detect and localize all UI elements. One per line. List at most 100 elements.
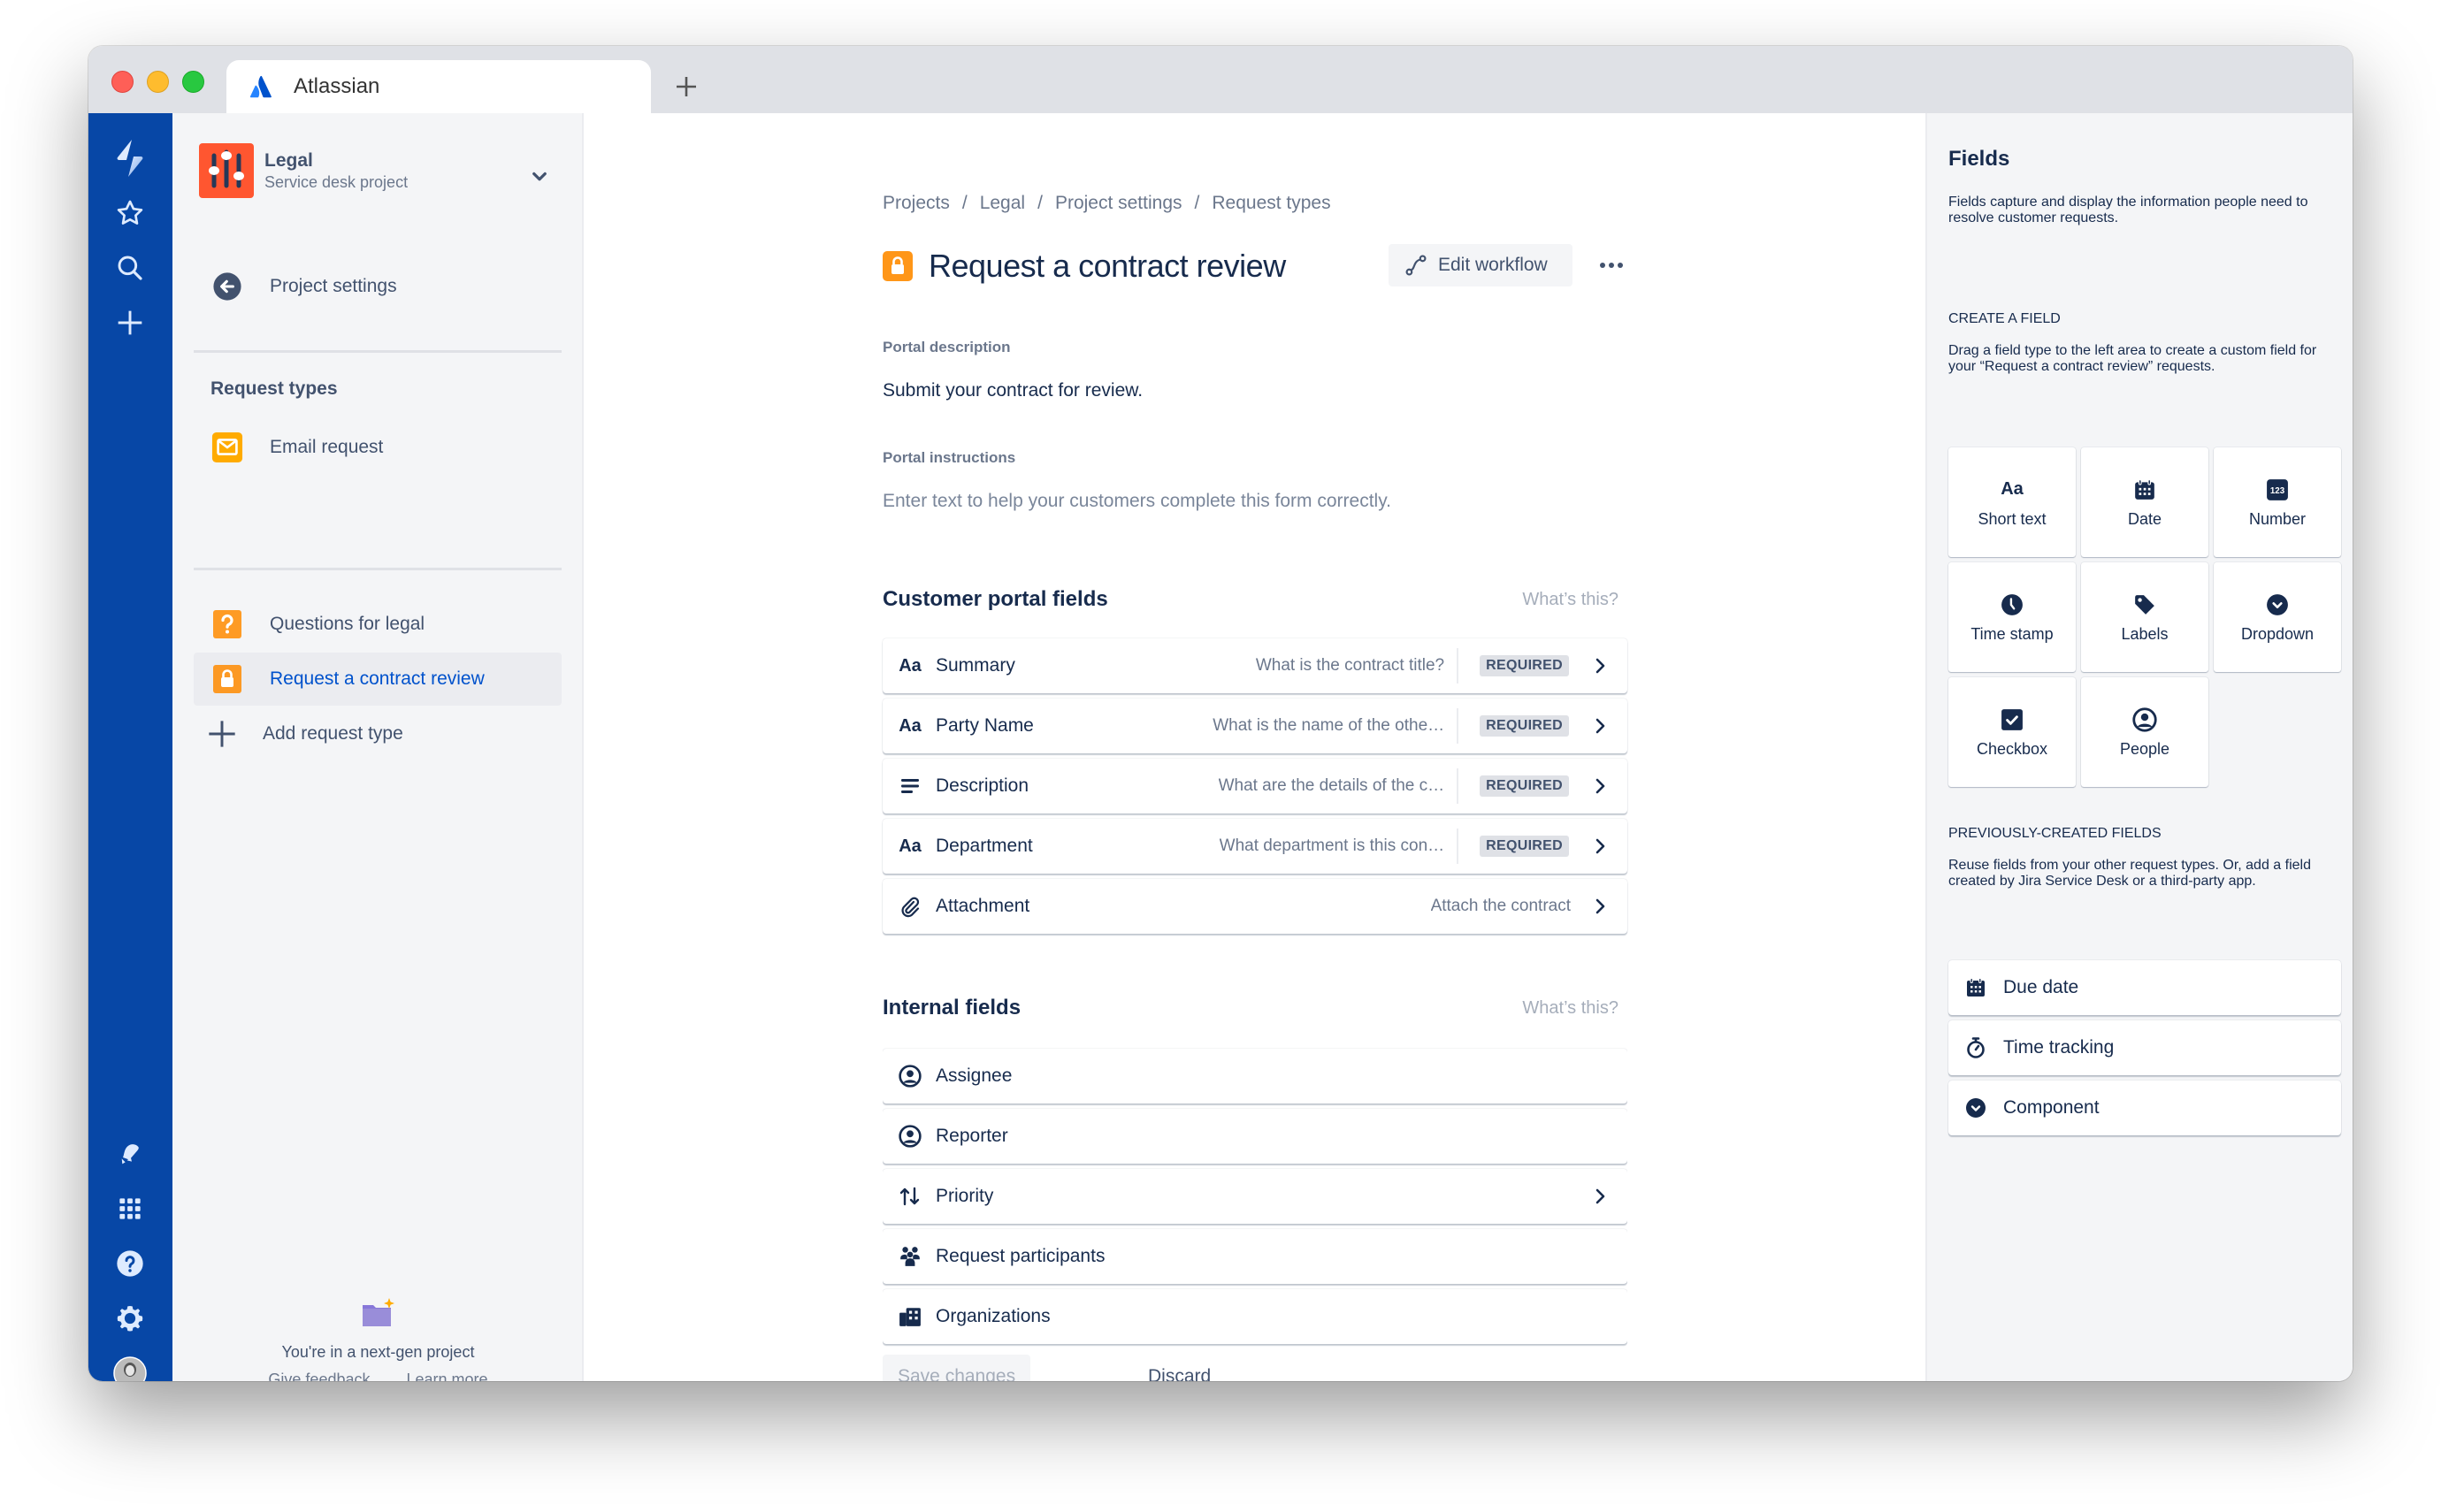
chevron-right-icon[interactable] [1587,893,1613,920]
field-type-people[interactable]: People [2081,677,2208,787]
create-field-title: CREATE A FIELD [1948,311,2061,326]
chevron-down-icon [532,172,547,181]
sidebar-divider [194,350,562,353]
section-title: Customer portal fields [883,587,1108,611]
field-type-short-text[interactable]: Aa Short text [1948,447,2076,557]
people-group-icon [897,1243,923,1270]
previous-field-due-date[interactable]: Due date [1948,960,2341,1015]
app-switcher-button[interactable] [108,1187,152,1231]
field-row-attachment[interactable]: Attachment Attach the contract [883,879,1627,934]
fields-panel: Fields Fields capture and display the in… [1925,113,2353,1381]
field-name: Priority [936,1186,994,1206]
project-name: Legal [264,149,313,171]
sidebar-item-questions-for-legal[interactable]: Questions for legal [194,598,562,651]
previously-created-title: PREVIOUSLY-CREATED FIELDS [1948,826,2162,841]
give-feedback-link[interactable]: Give feedback [268,1371,370,1381]
field-description: What is the contract title? [1255,656,1445,675]
required-badge: REQUIRED [1480,775,1569,797]
sidebar-item-request-a-contract-review[interactable]: Request a contract review [194,653,562,706]
chevron-right-icon[interactable] [1587,653,1613,679]
chevron-right-icon[interactable] [1587,773,1613,799]
page-title: Request a contract review [929,248,1286,284]
back-to-project-settings[interactable]: Project settings [194,260,562,313]
folder-sparkle-icon [362,1298,394,1326]
next-gen-notice: You're in a next-gen project Give feedba… [172,1298,584,1381]
browser-tab[interactable]: Atlassian [226,60,651,113]
more-horizontal-icon [1600,263,1623,268]
save-changes-button[interactable]: Save changes [883,1355,1031,1381]
minimize-window-button[interactable] [147,71,169,93]
field-type-checkbox[interactable]: Checkbox [1948,677,2076,787]
search-icon [118,256,142,280]
field-row-organizations[interactable]: Organizations [883,1289,1627,1344]
create-button[interactable] [108,301,152,345]
chevron-right-icon[interactable] [1587,713,1613,739]
field-row-party-name[interactable]: Aa Party Name What is the name of the ot… [883,699,1627,753]
app-switcher-icon [119,1198,141,1219]
field-row-description[interactable]: Description What are the details of the … [883,759,1627,813]
more-actions-button[interactable] [1590,244,1633,286]
field-type-number[interactable]: 123 Number [2214,447,2341,557]
help-button[interactable] [108,1241,152,1286]
field-row-assignee[interactable]: Assignee [883,1049,1627,1103]
field-row-department[interactable]: Aa Department What department is this co… [883,819,1627,874]
whats-this-link[interactable]: What’s this? [1522,590,1618,610]
project-switcher-button[interactable] [526,163,553,189]
field-type-label: Checkbox [1976,739,2048,758]
internal-fields-list[interactable]: Assignee Reporter Priority Request parti… [883,1047,1627,1381]
sidebar-item-email-request[interactable]: Email request [194,421,562,474]
clock-icon [2001,592,2024,618]
field-description: What are the details of the c… [1218,776,1445,795]
person-circle-icon [2132,706,2157,733]
portal-description-field[interactable]: Submit your contract for review. [883,380,1627,401]
field-row-request-participants[interactable]: Request participants [883,1229,1627,1284]
breadcrumb-project-settings[interactable]: Project settings [1055,193,1182,214]
field-type-dropdown[interactable]: Dropdown [2214,562,2341,672]
breadcrumb-legal[interactable]: Legal [980,193,1025,214]
field-row-reporter[interactable]: Reporter [883,1109,1627,1164]
edit-workflow-button[interactable]: Edit workflow [1389,244,1572,286]
starred-button[interactable] [108,191,152,235]
project-header[interactable]: Legal Service desk project [199,143,408,198]
add-request-type-button[interactable]: Add request type [194,707,562,760]
breadcrumb-projects[interactable]: Projects [883,193,950,214]
notifications-button[interactable] [108,1132,152,1176]
whats-this-link[interactable]: What’s this? [1522,998,1618,1019]
field-name: Department [936,836,1033,856]
text-icon: Aa [899,836,922,856]
internal-fields-section: Internal fields What’s this? Assignee Re… [883,996,1627,1344]
field-type-labels[interactable]: Labels [2081,562,2208,672]
portal-instructions-field[interactable]: Enter text to help your customers comple… [883,491,1627,512]
home-logo-button[interactable] [108,136,152,180]
label-icon [2133,592,2156,618]
settings-button[interactable] [108,1296,152,1340]
page-header: Request a contract review Edit workflow [883,237,1627,295]
maximize-window-button[interactable] [182,71,204,93]
learn-more-link[interactable]: Learn more [407,1371,488,1381]
panel-title: Fields [1948,147,2010,171]
field-description: Attach the contract [1430,897,1571,915]
discard-button[interactable]: Discard [1148,1355,1211,1381]
field-row-priority[interactable]: Priority [883,1169,1627,1224]
user-avatar [113,1356,147,1381]
field-type-date[interactable]: Date [2081,447,2208,557]
person-circle-icon [897,1063,923,1089]
search-button[interactable] [108,246,152,290]
chevron-right-icon[interactable] [1587,833,1613,859]
stopwatch-icon [1963,1035,1989,1061]
previous-field-component[interactable]: Component [1948,1081,2341,1135]
field-type-label: Time stamp [1970,624,2054,643]
svg-text:123: 123 [2270,485,2285,495]
previous-field-time-tracking[interactable]: Time tracking [1948,1020,2341,1075]
field-row-summary[interactable]: Aa Summary What is the contract title? R… [883,638,1627,693]
chevron-right-icon[interactable] [1587,1183,1613,1210]
field-type-time-stamp[interactable]: Time stamp [1948,562,2076,672]
field-name: Description [936,775,1029,796]
sidebar-divider [194,568,562,570]
checkbox-icon [2001,706,2024,733]
close-window-button[interactable] [111,71,134,93]
previous-field-label: Component [2003,1097,2100,1118]
profile-button[interactable] [108,1351,152,1381]
new-tab-button[interactable] [667,67,706,106]
breadcrumb-request-types[interactable]: Request types [1212,193,1330,214]
